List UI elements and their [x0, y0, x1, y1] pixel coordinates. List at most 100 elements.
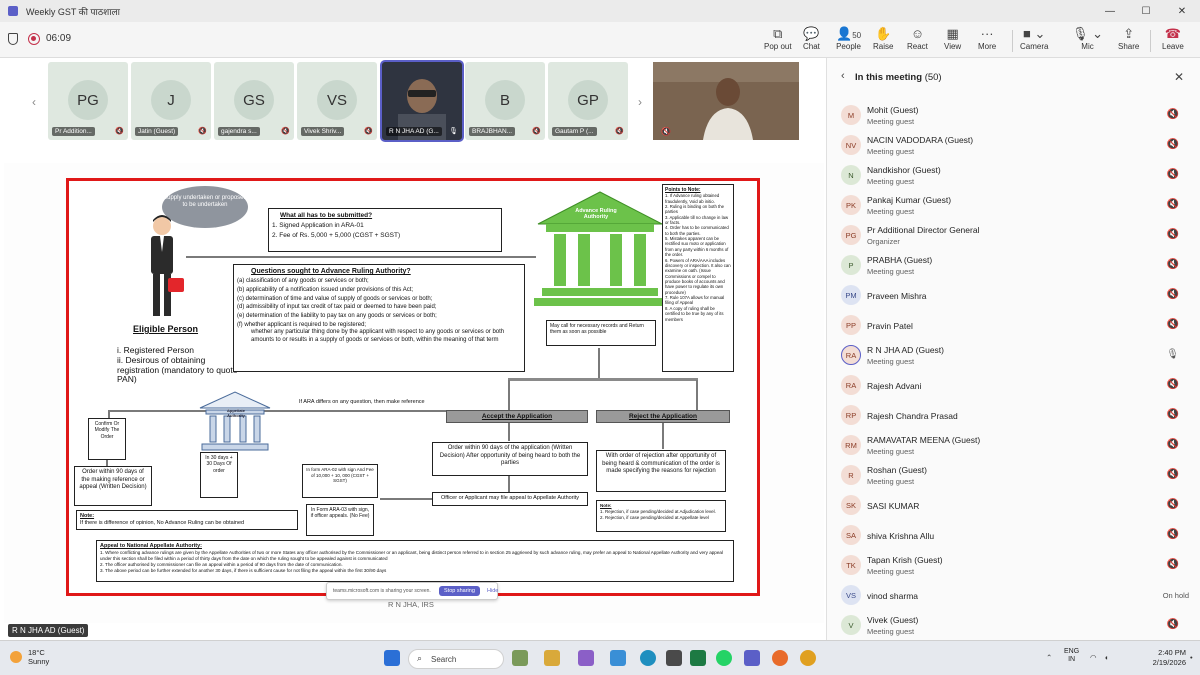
avatar: PP: [841, 315, 861, 335]
avatar: GP: [568, 80, 608, 120]
start-icon[interactable]: [384, 650, 400, 666]
participant-row[interactable]: PP Pravin Patel 🔇: [827, 311, 1200, 341]
store-icon[interactable]: [610, 650, 626, 666]
participant-row[interactable]: TK Tapan Krish (Guest) Meeting guest 🔇: [827, 551, 1200, 581]
participant-row[interactable]: NV NACIN VADODARA (Guest) Meeting guest 🔇: [827, 131, 1200, 161]
avatar: RP: [841, 405, 861, 425]
ara-02-box: In form ARA-02 with sign And Fee of 10,0…: [302, 464, 378, 498]
participant-row[interactable]: V Vivek (Guest) Meeting guest 🔇: [827, 611, 1200, 641]
participant-tile[interactable]: J Jatin (Guest) 🔇: [131, 62, 211, 140]
30-days-box: In 30 days + 30 Days Of order: [200, 452, 238, 498]
participant-row[interactable]: M Mohit (Guest) Meeting guest 🔇: [827, 101, 1200, 131]
hand-icon: ✋: [875, 26, 892, 41]
firefox-icon[interactable]: [772, 650, 788, 666]
mic-button[interactable]: 🎙 ⌄ Mic: [1072, 26, 1103, 51]
more-button[interactable]: ··· More: [978, 26, 996, 51]
flow-arrow: [108, 410, 110, 418]
participant-row[interactable]: RA R N JHA AD (Guest) Meeting guest 🎙: [827, 341, 1200, 371]
copilot-icon[interactable]: [578, 650, 594, 666]
screen-share-bar: teams.microsoft.com is sharing your scre…: [326, 582, 498, 600]
national-appellate-box: Appeal to National Appellate Authority: …: [96, 540, 734, 582]
participant-role: Meeting guest: [867, 357, 915, 366]
participant-row[interactable]: RM RAMAVATAR MEENA (Guest) Meeting guest 🔇: [827, 431, 1200, 461]
participant-role: Meeting guest: [867, 447, 915, 456]
minimize-button[interactable]: —: [1092, 0, 1128, 22]
officer-appeal-box: Officer or Applicant may file appeal to …: [432, 492, 588, 506]
participant-name: Tapan Krish (Guest): [867, 555, 943, 565]
participant-tile[interactable]: VS Vivek Shriv... 🔇: [297, 62, 377, 140]
participant-row[interactable]: PG Pr Additional Director General Organize…: [827, 221, 1200, 251]
edge-icon[interactable]: [640, 650, 656, 666]
participant-name: NACIN VADODARA (Guest): [867, 135, 974, 145]
raise-hand-button[interactable]: ✋ Raise: [873, 26, 893, 51]
flow-arrow: [508, 476, 510, 492]
mic-off-icon: 🔇: [364, 128, 373, 135]
participant-tile[interactable]: PG Pr Addition... 🔇: [48, 62, 128, 140]
people-button[interactable]: 👤50 People: [836, 26, 861, 51]
participant-tile[interactable]: B BRAJBHAN... 🔇: [465, 62, 545, 140]
flow-arrow: [598, 348, 600, 380]
participant-row[interactable]: VS vinod sharma On hold: [827, 581, 1200, 611]
participant-video-tile[interactable]: R N JHA AD (G... 🎙: [380, 60, 464, 142]
volume-icon[interactable]: ◖: [1104, 653, 1109, 662]
gallery-prev-icon[interactable]: ‹: [32, 95, 36, 109]
self-camera-tile[interactable]: 🔇: [653, 62, 799, 140]
camera-video: [653, 62, 799, 140]
camera-button[interactable]: ■ ⌄ Camera: [1020, 26, 1048, 51]
taskbar-search[interactable]: ⌕ Search: [408, 649, 504, 669]
back-chevron-icon[interactable]: ‹: [841, 70, 845, 82]
close-panel-icon[interactable]: ✕: [1174, 70, 1184, 84]
gallery-next-icon[interactable]: ›: [638, 95, 642, 109]
participant-row[interactable]: RP Rajesh Chandra Prasad 🔇: [827, 401, 1200, 431]
stop-sharing-button[interactable]: Stop sharing: [439, 586, 480, 596]
chrome-icon[interactable]: [800, 650, 816, 666]
participant-name: shiva Krishna Allu: [867, 531, 935, 541]
participant-row[interactable]: PK Pankaj Kumar (Guest) Meeting guest 🔇: [827, 191, 1200, 221]
chat-button[interactable]: 💬 Chat: [803, 26, 820, 51]
hide-share-bar-link[interactable]: Hide: [487, 588, 498, 594]
toolbar-divider: [1012, 30, 1013, 52]
react-button[interactable]: ☺ React: [907, 26, 928, 51]
maximize-button[interactable]: ☐: [1128, 0, 1164, 22]
participant-row[interactable]: SA shiva Krishna Allu 🔇: [827, 521, 1200, 551]
avatar: M: [841, 105, 861, 125]
mic-off-icon: 🔇: [1166, 439, 1179, 450]
tile-name: Vivek Shriv...: [301, 127, 345, 136]
wifi-icon[interactable]: ◠: [1090, 653, 1097, 662]
close-window-button[interactable]: ✕: [1164, 0, 1200, 22]
share-button[interactable]: ⇪ Share: [1118, 26, 1139, 51]
participant-row[interactable]: R Roshan (Guest) Meeting guest 🔇: [827, 461, 1200, 491]
participant-row[interactable]: P PRABHA (Guest) Meeting guest 🔇: [827, 251, 1200, 281]
taskbar-clock[interactable]: 2:40 PM 2/19/2026: [1124, 648, 1186, 668]
windows-taskbar: 18°C Sunny ⌕ Search ⌃ ENG IN ◠ ◖ 2:40 PM 2/…: [0, 640, 1200, 675]
participant-row[interactable]: SK SASI KUMAR 🔇: [827, 491, 1200, 521]
tray-chevron-icon[interactable]: ⌃: [1046, 653, 1052, 662]
excel-icon[interactable]: [690, 650, 706, 666]
participant-role: Meeting guest: [867, 147, 915, 156]
toolbar-divider: [1150, 30, 1151, 52]
avatar: PG: [841, 225, 861, 245]
file-explorer-icon[interactable]: [544, 650, 560, 666]
language-indicator[interactable]: ENG IN: [1064, 648, 1079, 665]
mic-off-icon: 🔇: [615, 128, 624, 135]
mic-off-icon: 🔇: [1166, 499, 1179, 510]
rejection-note-box: Note: 1. Rejection, if case pending/deci…: [596, 500, 726, 532]
avatar: V: [841, 615, 861, 635]
participant-name: RAMAVATAR MEENA (Guest): [867, 435, 981, 445]
leave-button[interactable]: ☎ Leave: [1162, 26, 1184, 51]
businessman-figure: [151, 215, 184, 316]
popout-button[interactable]: ⧉ Pop out: [764, 26, 792, 51]
app-icon[interactable]: [666, 650, 682, 666]
view-button[interactable]: ▦ View: [944, 26, 961, 51]
flow-arrow: [108, 410, 446, 412]
participant-role: Meeting guest: [867, 267, 915, 276]
participant-row[interactable]: N Nandkishor (Guest) Meeting guest 🔇: [827, 161, 1200, 191]
whatsapp-icon[interactable]: [716, 650, 732, 666]
widgets-icon[interactable]: [512, 650, 528, 666]
teams-taskbar-icon[interactable]: [744, 650, 760, 666]
participant-row[interactable]: RA Rajesh Advani 🔇: [827, 371, 1200, 401]
participant-row[interactable]: PM Praveen Mishra 🔇: [827, 281, 1200, 311]
participant-tile[interactable]: GS gajendra s... 🔇: [214, 62, 294, 140]
participant-tile[interactable]: GP Gautam P (... 🔇: [548, 62, 628, 140]
notification-bell-icon[interactable]: •: [1190, 653, 1193, 662]
